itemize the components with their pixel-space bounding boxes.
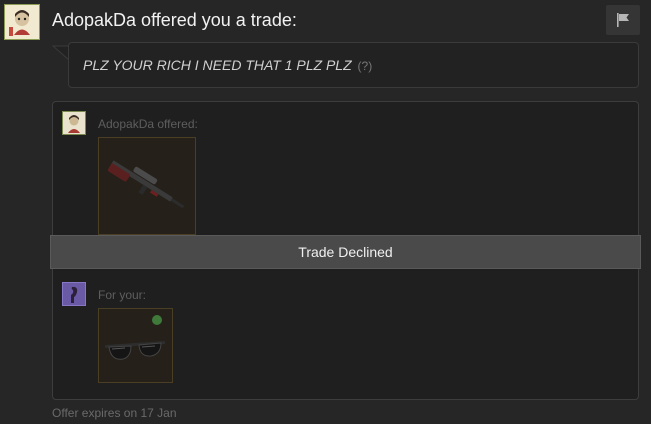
- my-items-label: For your:: [98, 288, 147, 302]
- report-button[interactable]: [606, 5, 640, 35]
- trade-message-text: PLZ YOUR RICH I NEED THAT 1 PLZ PLZ: [83, 57, 352, 73]
- trade-message: PLZ YOUR RICH I NEED THAT 1 PLZ PLZ (?): [83, 57, 372, 73]
- trade-offer-title: AdopakDa offered you a trade:: [52, 10, 297, 30]
- avatar-image: [63, 112, 85, 134]
- rifle-icon: [107, 160, 185, 209]
- sunglasses-icon: [105, 315, 165, 360]
- message-help-link[interactable]: (?): [358, 59, 373, 73]
- partner-small-avatar[interactable]: [62, 111, 86, 135]
- trade-status-text: Trade Declined: [298, 244, 393, 260]
- avatar-image: [5, 5, 39, 39]
- trade-status-banner: Trade Declined: [50, 235, 641, 269]
- partner-offered-label: AdopakDa offered:: [98, 117, 198, 131]
- offer-expiry-text: Offer expires on 17 Jan: [52, 406, 177, 420]
- avatar-image: [63, 283, 85, 305]
- requested-item-slot[interactable]: [98, 308, 173, 383]
- offered-item-slot[interactable]: [98, 137, 196, 235]
- flag-icon: [617, 13, 629, 27]
- partner-avatar[interactable]: [4, 4, 40, 40]
- my-small-avatar[interactable]: [62, 282, 86, 306]
